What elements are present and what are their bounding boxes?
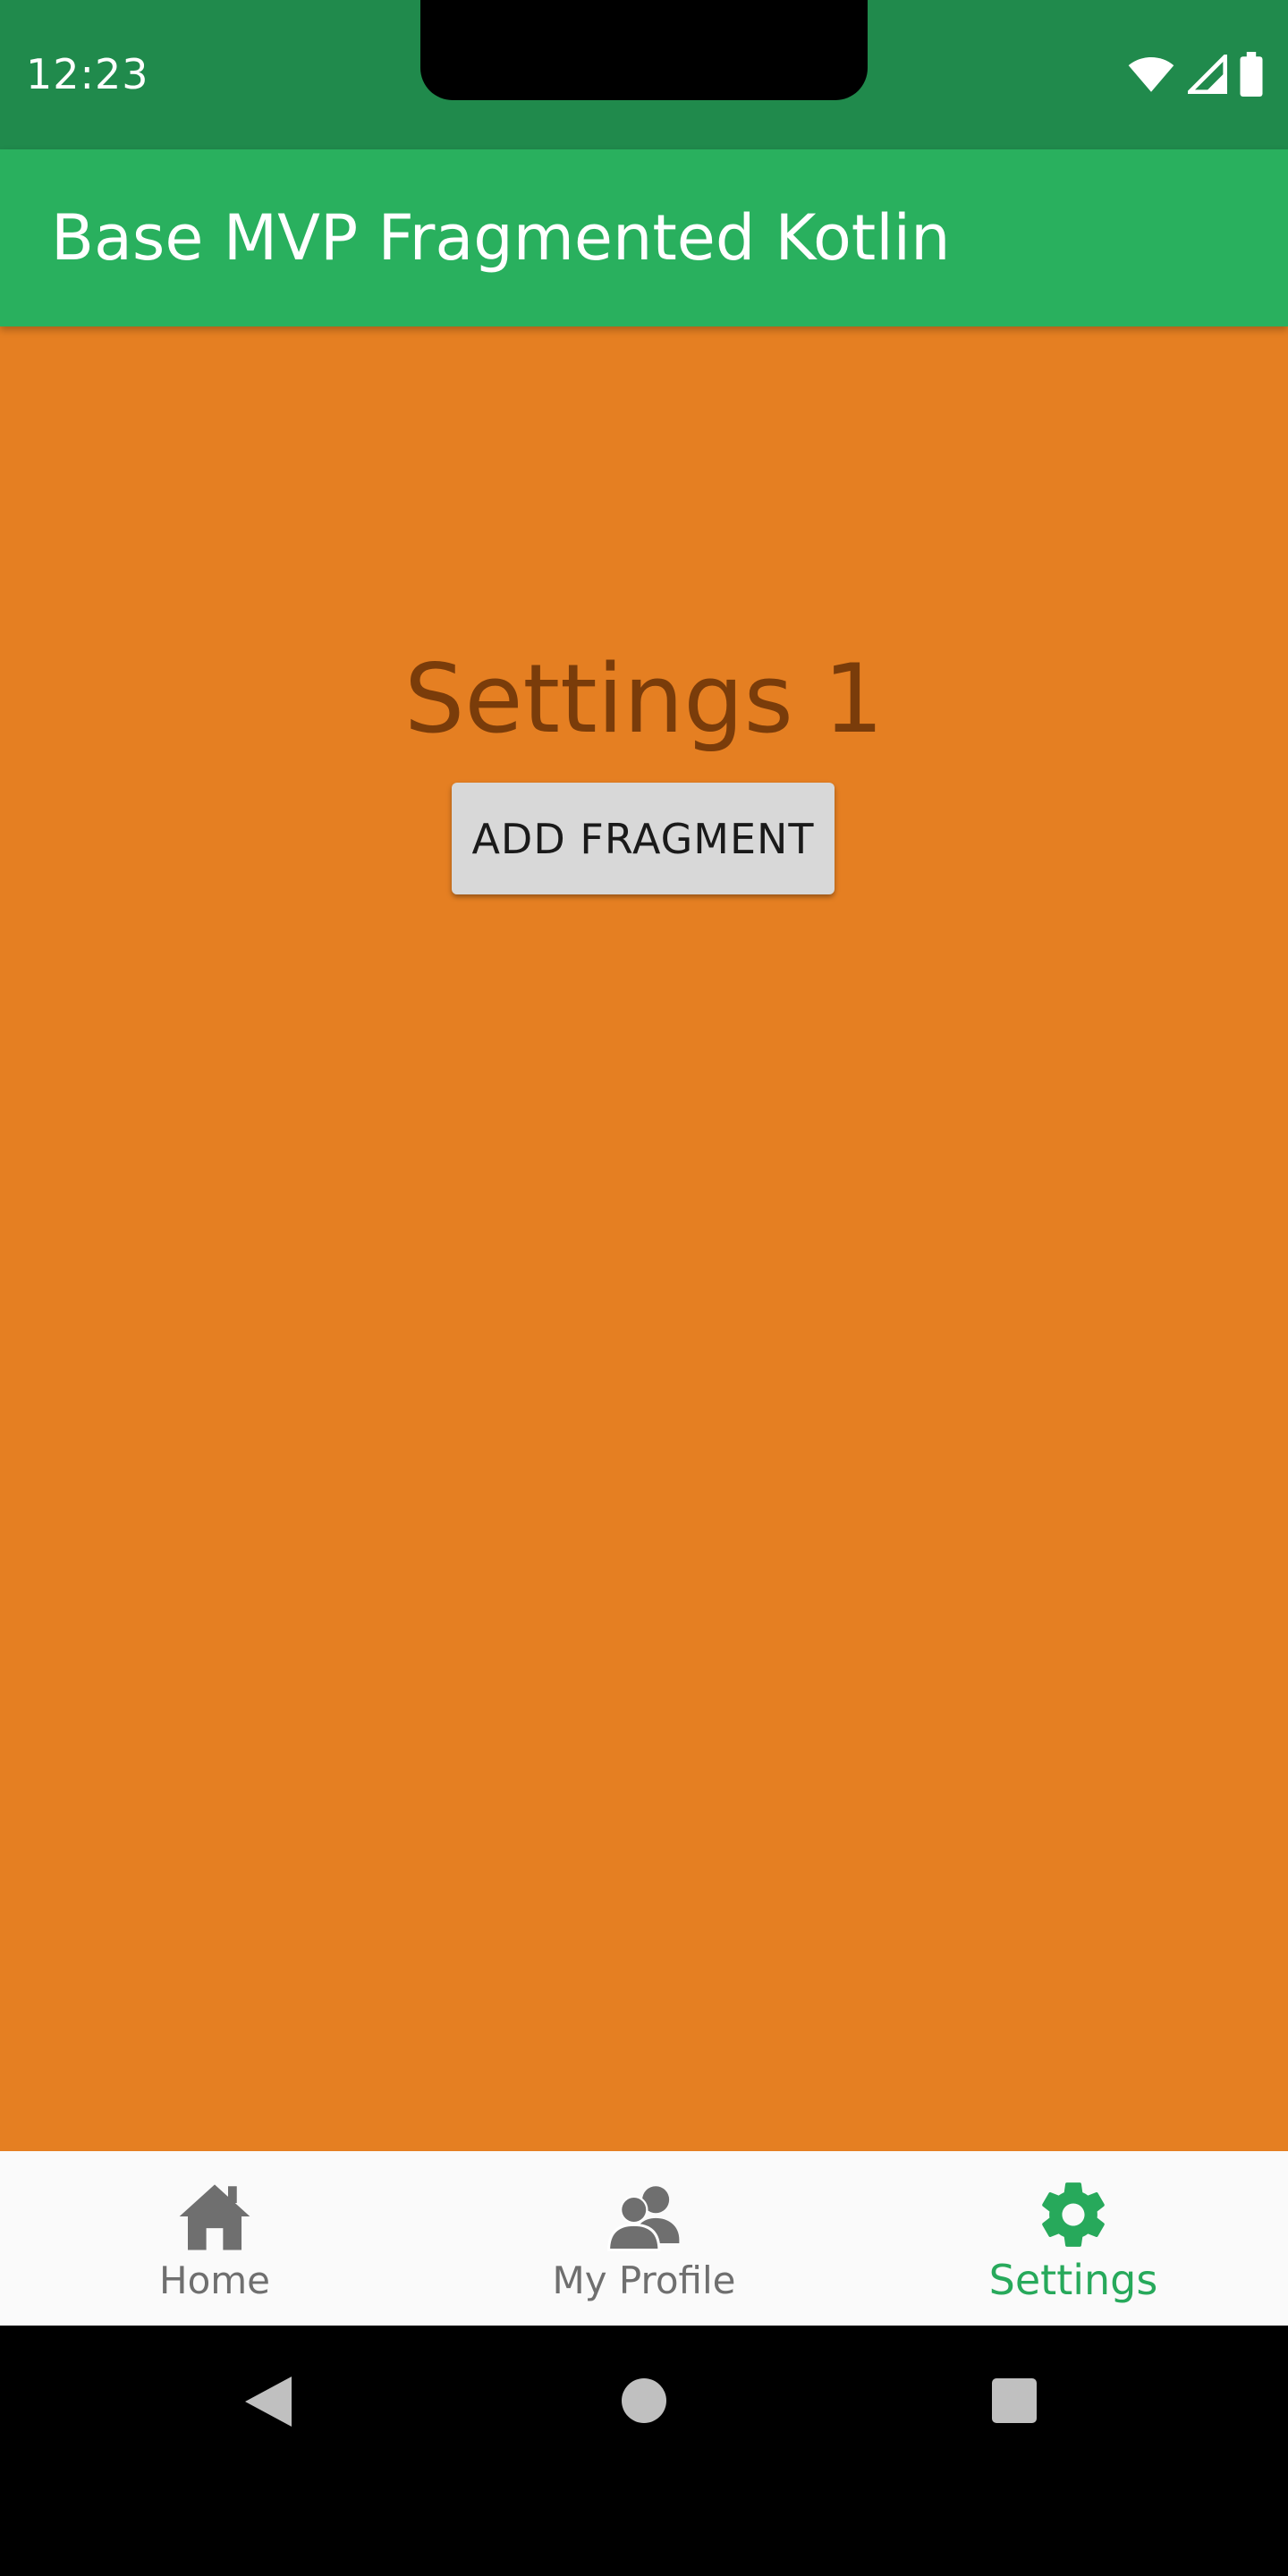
phone-screen: 12:23 Base MVP Fragmented Kotlin Setting… [0, 0, 1288, 2576]
gear-icon [1033, 2176, 1114, 2257]
status-icons [1127, 52, 1263, 97]
nav-label-my-profile: My Profile [552, 2258, 736, 2302]
profile-icon [604, 2176, 684, 2257]
battery-icon [1240, 52, 1263, 97]
status-time: 12:23 [26, 50, 149, 98]
recents-icon[interactable] [991, 2377, 1038, 2424]
settings-fragment: Settings 1 ADD FRAGMENT [0, 326, 1288, 2151]
back-icon[interactable] [242, 2373, 295, 2430]
wifi-icon [1128, 57, 1174, 92]
nav-item-home[interactable]: Home [0, 2151, 429, 2326]
nav-label-settings: Settings [988, 2256, 1158, 2304]
add-fragment-button[interactable]: ADD FRAGMENT [452, 783, 835, 894]
system-navigation-bar [0, 2326, 1288, 2576]
camera-notch [420, 0, 868, 100]
nav-item-settings[interactable]: Settings [859, 2151, 1288, 2326]
cell-signal-icon [1188, 55, 1227, 94]
home-circle-icon[interactable] [621, 2377, 667, 2424]
home-icon [174, 2176, 255, 2257]
app-bar: Base MVP Fragmented Kotlin [0, 149, 1288, 326]
nav-label-home: Home [158, 2258, 271, 2302]
status-bar: 12:23 [0, 0, 1288, 149]
bottom-navigation: Home My Profile Settings [0, 2151, 1288, 2326]
settings-heading: Settings 1 [404, 644, 884, 754]
nav-item-my-profile[interactable]: My Profile [429, 2151, 859, 2326]
app-title: Base MVP Fragmented Kotlin [51, 201, 951, 275]
